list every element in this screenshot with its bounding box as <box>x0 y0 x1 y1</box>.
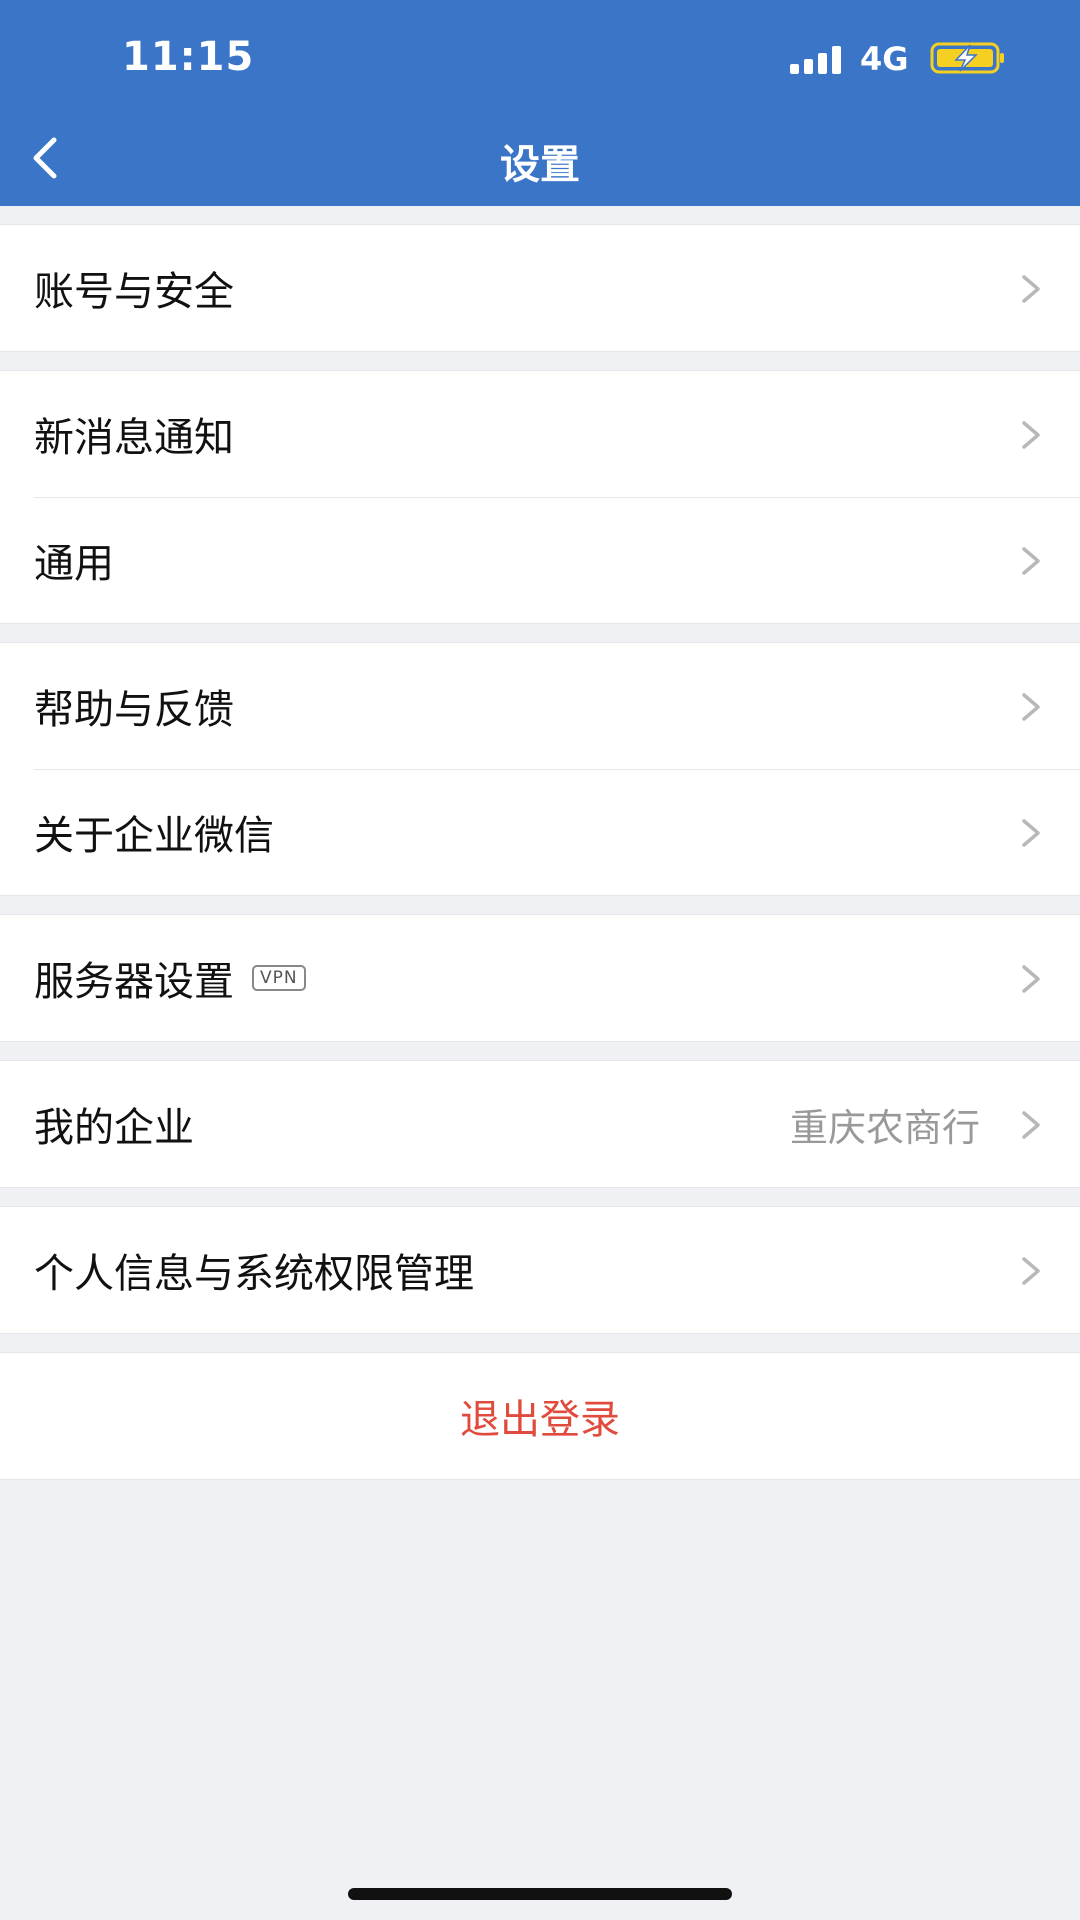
settings-item-privacy-permissions[interactable]: 个人信息与系统权限管理 <box>0 1207 1080 1333</box>
settings-item-label: 账号与安全 <box>34 269 234 315</box>
settings-item-value: 重庆农商行 <box>789 1105 980 1150</box>
logout-label: 退出登录 <box>460 1397 620 1443</box>
home-indicator[interactable] <box>348 1888 732 1900</box>
logout-button[interactable]: 退出登录 <box>0 1353 1080 1479</box>
status-time: 11:15 <box>122 34 255 80</box>
settings-item-help-feedback[interactable]: 帮助与反馈 <box>0 643 1080 769</box>
chevron-right-icon <box>1022 819 1040 847</box>
chevron-right-icon <box>1022 547 1040 575</box>
settings-group-privacy: 个人信息与系统权限管理 <box>0 1206 1080 1334</box>
chevron-right-icon <box>1022 1257 1040 1285</box>
battery-charging-icon <box>930 42 1004 74</box>
status-bar: 11:15 4G <box>0 0 1080 110</box>
navigation-bar: 设置 <box>0 110 1080 206</box>
chevron-right-icon <box>1022 421 1040 449</box>
settings-item-notifications[interactable]: 新消息通知 <box>0 371 1080 497</box>
settings-item-label: 服务器设置 <box>34 959 234 1005</box>
settings-item-account-security[interactable]: 账号与安全 <box>0 225 1080 351</box>
settings-item-label: 关于企业微信 <box>34 813 274 859</box>
settings-group-enterprise: 我的企业 重庆农商行 <box>0 1060 1080 1188</box>
settings-item-my-enterprise[interactable]: 我的企业 重庆农商行 <box>0 1061 1080 1187</box>
settings-item-about[interactable]: 关于企业微信 <box>0 769 1080 895</box>
settings-item-server[interactable]: 服务器设置 VPN <box>0 915 1080 1041</box>
settings-item-general[interactable]: 通用 <box>0 497 1080 623</box>
settings-item-label: 新消息通知 <box>34 415 234 461</box>
settings-group-server: 服务器设置 VPN <box>0 914 1080 1042</box>
page-title: 设置 <box>500 142 580 188</box>
logout-group: 退出登录 <box>0 1352 1080 1480</box>
chevron-right-icon <box>1022 693 1040 721</box>
settings-item-label: 我的企业 <box>34 1105 194 1151</box>
settings-group-notifications: 新消息通知 通用 <box>0 370 1080 624</box>
settings-group-help: 帮助与反馈 关于企业微信 <box>0 642 1080 896</box>
chevron-right-icon <box>1022 1111 1040 1139</box>
app-header: 11:15 4G 设置 <box>0 0 1080 206</box>
signal-icon <box>790 46 841 74</box>
settings-list: 账号与安全 新消息通知 通用 帮助与反馈 关于企业微信 服务器设置 VPN 我的… <box>0 206 1080 1480</box>
vpn-badge: VPN <box>252 965 306 991</box>
network-type: 4G <box>860 40 909 78</box>
settings-item-label: 通用 <box>34 541 114 587</box>
chevron-right-icon <box>1022 275 1040 303</box>
chevron-right-icon <box>1022 965 1040 993</box>
settings-item-label: 个人信息与系统权限管理 <box>34 1251 474 1297</box>
settings-item-label: 帮助与反馈 <box>34 687 234 733</box>
settings-group-account: 账号与安全 <box>0 224 1080 352</box>
